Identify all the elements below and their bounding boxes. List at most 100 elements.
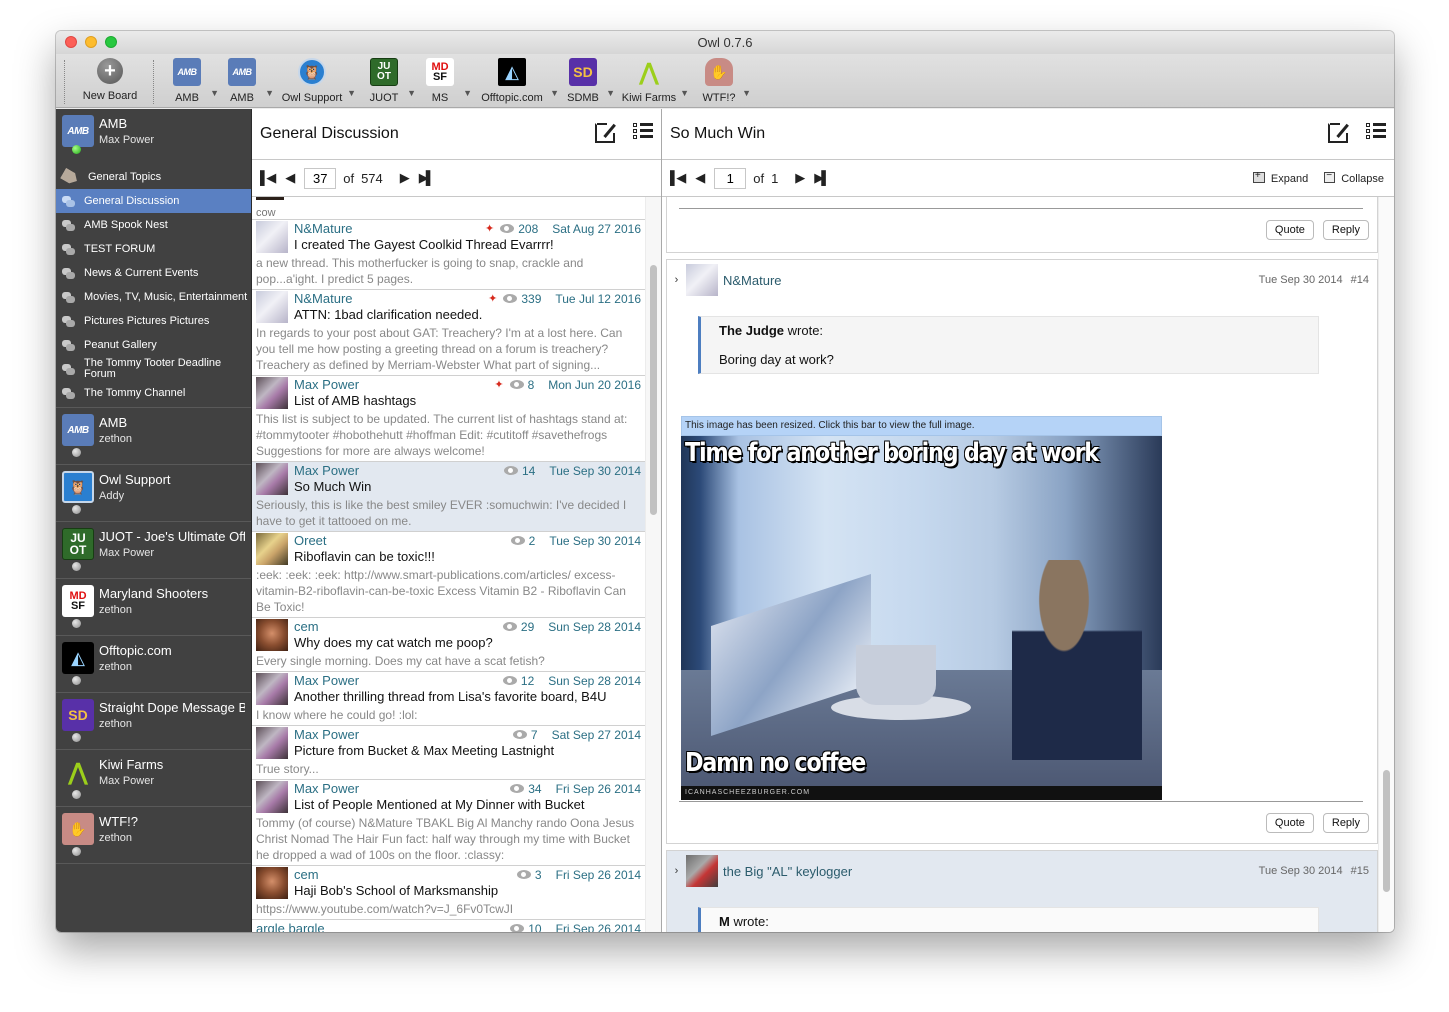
dropdown-arrow-icon[interactable]: ▼ xyxy=(680,88,689,98)
board-button-amb-1[interactable]: AMB AMB ▼ xyxy=(167,58,219,104)
thread-author[interactable]: Max Power xyxy=(294,727,513,742)
thread-row[interactable]: Max Power ✦ 8 Mon Jun 20 2016 List of AMB ha… xyxy=(252,376,645,462)
sidebar-forum-item[interactable]: Pictures Pictures Pictures xyxy=(56,309,251,333)
thread-author[interactable]: Max Power xyxy=(294,781,510,796)
thread-row[interactable]: Max Power 7 Sat Sep 27 2014 Picture from Bu… xyxy=(252,726,645,780)
thread-author[interactable]: Oreet xyxy=(294,533,511,548)
zoom-window-button[interactable] xyxy=(105,36,117,48)
list-view-icon[interactable] xyxy=(633,123,653,141)
thread-title[interactable]: List of AMB hashtags xyxy=(294,392,641,409)
board-button-amb-2[interactable]: AMB AMB ▼ xyxy=(222,58,274,104)
thread-author[interactable]: Max Power xyxy=(294,673,503,688)
sidebar-forum-item[interactable]: News & Current Events xyxy=(56,261,251,285)
page-input[interactable] xyxy=(304,167,337,189)
sidebar-account[interactable]: SD Straight Dope Message B zethon xyxy=(56,693,251,750)
sidebar-forum-item[interactable]: The Tommy Channel xyxy=(56,381,251,405)
thread-title[interactable]: List of People Mentioned at My Dinner wi… xyxy=(294,796,641,813)
reply-button[interactable]: Reply xyxy=(1322,220,1369,240)
thread-row[interactable]: argle bargle 10 Fri Sep 26 2014 xyxy=(252,920,645,932)
list-view-icon[interactable] xyxy=(1366,123,1386,141)
board-button-ms[interactable]: MD SF MS ▼ xyxy=(420,58,472,104)
board-button-sdmb[interactable]: SD SDMB ▼ xyxy=(563,58,615,104)
next-page-button[interactable]: ▶ xyxy=(400,170,410,186)
close-window-button[interactable] xyxy=(65,36,77,48)
board-button-wtf[interactable]: ✋ WTF!? ▼ xyxy=(699,58,751,104)
thread-title[interactable]: Haji Bob's School of Marksmanship xyxy=(294,882,641,899)
avatar[interactable] xyxy=(686,264,718,296)
thread-title[interactable]: I created The Gayest Coolkid Thread Evar… xyxy=(294,236,641,253)
sidebar-account[interactable]: 🦉 Owl Support Addy xyxy=(56,465,251,522)
dropdown-arrow-icon[interactable]: ▼ xyxy=(742,88,751,98)
dropdown-arrow-icon[interactable]: ▼ xyxy=(347,88,356,98)
thread-title[interactable]: So Much Win xyxy=(294,478,641,495)
thread-title[interactable]: Picture from Bucket & Max Meeting Lastni… xyxy=(294,742,641,759)
avatar[interactable] xyxy=(686,855,718,887)
thread-row[interactable]: Oreet 2 Tue Sep 30 2014 Riboflavin can be t… xyxy=(252,532,645,618)
thread-author[interactable]: cem xyxy=(294,867,517,882)
toolbar-grip[interactable] xyxy=(64,60,65,104)
post-author[interactable]: N&Mature xyxy=(723,273,782,288)
sidebar-account[interactable]: ◭ Offtopic.com zethon xyxy=(56,636,251,693)
last-page-button[interactable]: ▶▌ xyxy=(419,170,435,186)
thread-title[interactable]: Why does my cat watch me poop? xyxy=(294,634,641,651)
page-input[interactable] xyxy=(714,167,747,189)
sidebar-forum-item[interactable]: General Discussion xyxy=(56,189,251,213)
chevron-right-icon[interactable]: › xyxy=(667,274,686,286)
image-resize-bar[interactable]: This image has been resized. Click this … xyxy=(681,416,1162,436)
board-button-owl-support[interactable]: 🦉 Owl Support ▼ xyxy=(280,58,356,104)
sidebar-account[interactable]: AMB AMB zethon xyxy=(56,408,251,465)
thread-row[interactable]: cem 29 Sun Sep 28 2014 Why does my cat watc… xyxy=(252,618,645,672)
thread-row[interactable]: cem 3 Fri Sep 26 2014 Haji Bob's School of … xyxy=(252,866,645,920)
meme-image[interactable]: Time for another boring day at work Damn… xyxy=(681,436,1162,800)
thread-row[interactable]: N&Mature ✦ 339 Tue Jul 12 2016 ATTN: 1bad cl… xyxy=(252,290,645,376)
thread-author[interactable]: N&Mature xyxy=(294,291,488,306)
sidebar-account[interactable]: ⋀ Kiwi Farms Max Power xyxy=(56,750,251,807)
expand-button[interactable]: Expand xyxy=(1252,170,1308,185)
thread-author[interactable]: N&Mature xyxy=(294,221,485,236)
last-page-button[interactable]: ▶▌ xyxy=(814,170,830,186)
sidebar-forum-item[interactable]: TEST FORUM xyxy=(56,237,251,261)
post-list-scrollbar[interactable] xyxy=(1378,197,1394,932)
active-account[interactable]: AMB AMB Max Power xyxy=(56,109,251,165)
new-thread-icon[interactable] xyxy=(595,123,616,143)
new-board-button[interactable]: + New Board xyxy=(75,58,145,102)
sidebar-forum-item[interactable]: AMB Spook Nest xyxy=(56,213,251,237)
dropdown-arrow-icon[interactable]: ▼ xyxy=(606,88,615,98)
category-general-topics[interactable]: General Topics xyxy=(56,165,251,189)
sidebar-forum-item[interactable]: Peanut Gallery xyxy=(56,333,251,357)
post-author[interactable]: the Big "AL" keylogger xyxy=(723,864,852,879)
thread-author[interactable]: cem xyxy=(294,619,503,634)
first-page-button[interactable]: ▌◀ xyxy=(670,170,686,186)
board-button-offtopic[interactable]: ◭ Offtopic.com ▼ xyxy=(477,58,559,104)
dropdown-arrow-icon[interactable]: ▼ xyxy=(407,88,416,98)
sidebar-forum-item[interactable]: Movies, TV, Music, Entertainment xyxy=(56,285,251,309)
prev-page-button[interactable]: ◀ xyxy=(695,170,705,186)
post-number[interactable]: #14 xyxy=(1351,274,1369,286)
dropdown-arrow-icon[interactable]: ▼ xyxy=(265,88,274,98)
thread-row[interactable]: Max Power 14 Tue Sep 30 2014 So Much Win Ser… xyxy=(252,462,645,532)
sidebar-account[interactable]: JU OT JUOT - Joe's Ultimate Off Max Power xyxy=(56,522,251,579)
scrollbar-thumb[interactable] xyxy=(1383,770,1390,892)
quote-button[interactable]: Quote xyxy=(1265,813,1314,833)
thread-author[interactable]: Max Power xyxy=(294,377,494,392)
thread-row[interactable]: N&Mature ✦ 208 Sat Aug 27 2016 I created The… xyxy=(252,220,645,290)
quote-button[interactable]: Quote xyxy=(1265,220,1314,240)
thread-row[interactable]: Max Power 34 Fri Sep 26 2014 List of People… xyxy=(252,780,645,866)
dropdown-arrow-icon[interactable]: ▼ xyxy=(463,88,472,98)
thread-title[interactable]: Another thrilling thread from Lisa's fav… xyxy=(294,688,641,705)
post-number[interactable]: #15 xyxy=(1351,865,1369,877)
board-button-juot[interactable]: JU OT JUOT ▼ xyxy=(364,58,416,104)
thread-row[interactable]: Max Power 12 Sun Sep 28 2014 Another thrill… xyxy=(252,672,645,726)
thread-list-scrollbar[interactable] xyxy=(645,197,661,932)
dropdown-arrow-icon[interactable]: ▼ xyxy=(210,88,219,98)
reply-button[interactable]: Reply xyxy=(1322,813,1369,833)
reply-compose-icon[interactable] xyxy=(1328,123,1349,143)
sidebar-account[interactable]: MD SF Maryland Shooters zethon xyxy=(56,579,251,636)
sidebar-forum-item[interactable]: The Tommy Tooter Deadline Forum xyxy=(56,357,251,381)
minimize-window-button[interactable] xyxy=(85,36,97,48)
collapse-button[interactable]: Collapse xyxy=(1324,170,1384,185)
thread-author[interactable]: Max Power xyxy=(294,463,504,478)
prev-page-button[interactable]: ◀ xyxy=(285,170,295,186)
chevron-right-icon[interactable]: › xyxy=(667,865,686,877)
board-button-kiwi-farms[interactable]: ⋀ Kiwi Farms ▼ xyxy=(621,58,689,105)
